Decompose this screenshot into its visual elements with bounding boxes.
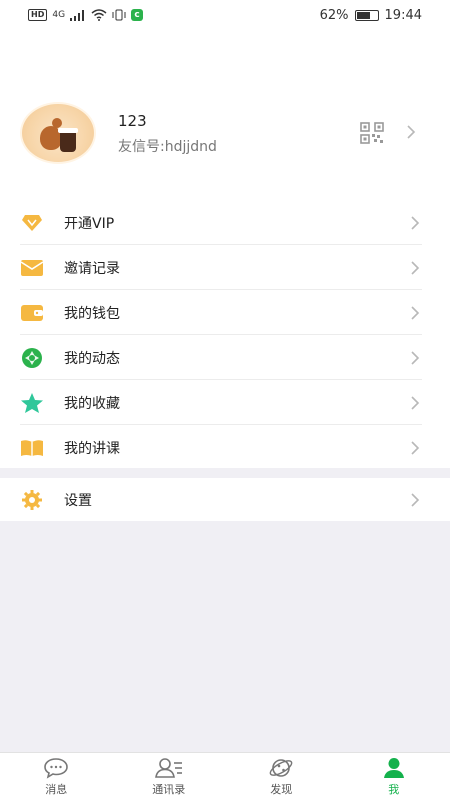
contacts-icon [154,757,182,778]
menu-item-vip[interactable]: 开通VIP [0,200,450,245]
menu-item-label: 邀请记录 [64,260,120,277]
chevron-right-icon [411,440,420,455]
chevron-right-icon [411,260,420,275]
vibrate-icon [112,9,126,21]
qr-code-icon[interactable] [360,122,384,144]
chevron-right-icon [411,305,420,320]
book-icon [20,436,44,460]
vip-diamond-icon [20,211,44,235]
menu-group-main: 开通VIP 邀请记录 我的钱包 我的动态 我的收藏 我的讲课 [0,200,450,468]
status-left: HD 4G c [28,9,144,21]
chat-bubble-icon [44,757,69,779]
signal-icon [70,9,85,21]
person-icon [383,757,404,778]
tab-me[interactable]: 我 [338,753,450,800]
avatar-cup [58,128,78,152]
menu-item-label: 设置 [64,492,92,509]
menu-item-moments[interactable]: 我的动态 [0,335,450,380]
profile-id: 友信号:hdjjdnd [118,139,217,155]
settings-gear-icon [20,488,44,512]
menu-item-label: 开通VIP [64,215,115,232]
tab-label: 我 [388,782,400,796]
menu-item-lectures[interactable]: 我的讲课 [0,425,450,470]
chevron-right-icon [411,492,420,507]
tab-contacts[interactable]: 通讯录 [113,753,226,800]
avatar[interactable] [20,102,96,164]
wallet-icon [20,301,44,325]
chevron-right-icon [411,350,420,365]
profile-name: 123 [118,112,147,130]
chevron-right-icon [411,395,420,410]
menu-item-favorites[interactable]: 我的收藏 [0,380,450,425]
star-icon [20,391,44,415]
menu-item-label: 我的动态 [64,350,120,367]
menu-group-settings: 设置 [0,478,450,521]
tab-label: 消息 [45,782,68,796]
app-notification-icon: c [131,9,144,21]
status-right: 62% 19:44 [320,8,422,23]
tab-label: 发现 [270,782,293,796]
menu-item-invite-records[interactable]: 邀请记录 [0,245,450,290]
menu-item-label: 我的收藏 [64,395,120,412]
menu-item-wallet[interactable]: 我的钱包 [0,290,450,335]
clock: 19:44 [384,7,422,23]
network-label: 4G [52,10,66,20]
hd-badge: HD [28,9,48,21]
menu-item-settings[interactable]: 设置 [0,478,450,521]
tab-label: 通讯录 [152,782,186,796]
aperture-icon [20,346,44,370]
battery-icon [354,9,379,21]
tab-discover[interactable]: 发现 [225,753,338,800]
wifi-icon [91,9,107,21]
envelope-icon [20,256,44,280]
menu-item-label: 我的钱包 [64,305,120,322]
status-bar: HD 4G c 62% 19:44 [0,0,450,30]
battery-percent: 62% [319,7,349,23]
bottom-tab-bar: 消息 通讯录 发现 我 [0,752,450,800]
profile-chevron-icon[interactable] [406,124,416,140]
tab-messages[interactable]: 消息 [0,753,113,800]
planet-icon [269,758,293,777]
menu-item-label: 我的讲课 [64,440,120,457]
chevron-right-icon [411,215,420,230]
